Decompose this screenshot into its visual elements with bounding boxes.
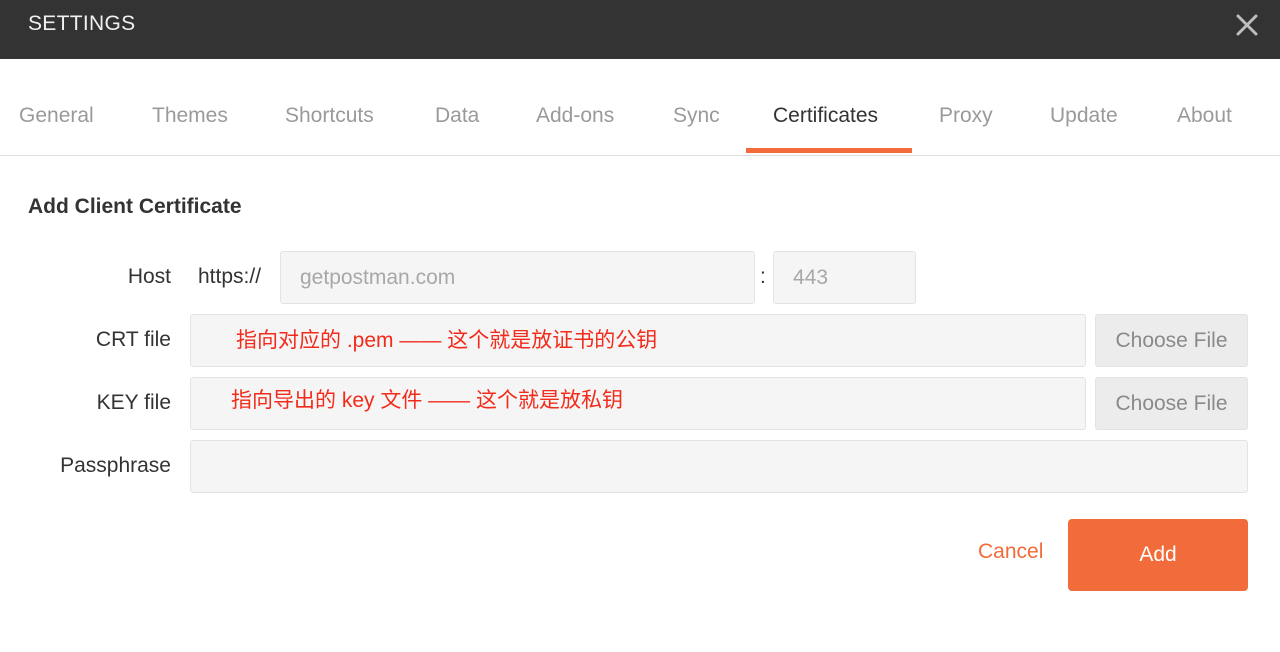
add-button[interactable]: Add: [1068, 519, 1248, 591]
tab-shortcuts[interactable]: Shortcuts: [285, 104, 374, 128]
port-separator: :: [760, 265, 766, 288]
passphrase-label: Passphrase: [60, 454, 171, 477]
tab-data[interactable]: Data: [435, 104, 479, 128]
close-icon: [1236, 14, 1258, 36]
settings-tabs: General Themes Shortcuts Data Add-ons Sy…: [0, 59, 1280, 156]
crt-annotation: 指向对应的 .pem —— 这个就是放证书的公钥: [236, 329, 658, 352]
port-placeholder: 443: [793, 265, 829, 289]
tab-update[interactable]: Update: [1050, 104, 1118, 128]
tab-sync[interactable]: Sync: [673, 104, 720, 128]
tab-themes[interactable]: Themes: [152, 104, 228, 128]
crt-file-label: CRT file: [95, 328, 171, 351]
active-tab-indicator: [746, 148, 912, 153]
host-input[interactable]: getpostman.com: [280, 251, 755, 304]
key-choose-file-button[interactable]: Choose File: [1095, 377, 1248, 430]
window-title: SETTINGS: [28, 12, 136, 35]
title-bar: SETTINGS: [0, 0, 1280, 59]
host-placeholder: getpostman.com: [300, 265, 456, 289]
cancel-button[interactable]: Cancel: [978, 540, 1043, 564]
tab-proxy[interactable]: Proxy: [939, 104, 993, 128]
key-file-input[interactable]: 指向导出的 key 文件 —— 这个就是放私钥: [190, 377, 1086, 430]
section-title: Add Client Certificate: [28, 195, 242, 218]
key-annotation: 指向导出的 key 文件 —— 这个就是放私钥: [231, 389, 624, 412]
host-prefix: https://: [198, 265, 262, 288]
tab-general[interactable]: General: [19, 104, 94, 128]
close-button[interactable]: [1230, 8, 1264, 42]
crt-choose-file-button[interactable]: Choose File: [1095, 314, 1248, 367]
passphrase-input[interactable]: [190, 440, 1248, 493]
key-file-label: KEY file: [96, 391, 171, 414]
tab-add-ons[interactable]: Add-ons: [536, 104, 614, 128]
host-label: Host: [127, 265, 171, 288]
tab-certificates[interactable]: Certificates: [773, 104, 878, 128]
tab-about[interactable]: About: [1177, 104, 1232, 128]
port-input[interactable]: 443: [773, 251, 916, 304]
crt-file-input[interactable]: 指向对应的 .pem —— 这个就是放证书的公钥: [190, 314, 1086, 367]
